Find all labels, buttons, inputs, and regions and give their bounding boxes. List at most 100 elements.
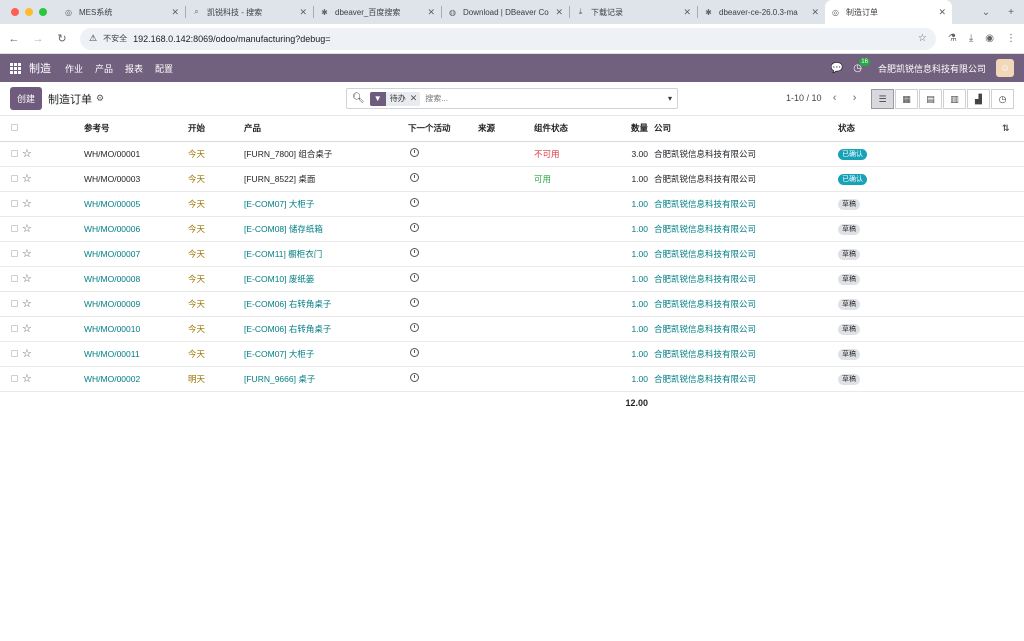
search-input[interactable] — [425, 94, 663, 103]
table-row[interactable]: ☆ WH/MO/00010 今天 [E-COM06] 右转角桌子 1.00 合肥凯锐信息科… — [0, 316, 1024, 342]
back-arrow-icon[interactable]: ← — [8, 33, 20, 45]
favorite-star-icon[interactable]: ☆ — [22, 166, 84, 192]
flask-icon[interactable]: ⚗ — [948, 33, 957, 44]
menu-item[interactable]: 作业 — [65, 62, 83, 75]
favorite-star-icon[interactable]: ☆ — [22, 191, 84, 217]
close-tab-icon[interactable]: ✕ — [811, 7, 819, 18]
browser-tab[interactable]: ◎ MES系统 ✕ — [58, 0, 185, 24]
row-checkbox[interactable] — [0, 291, 22, 317]
pager-previous-icon[interactable]: ‹ — [828, 92, 842, 104]
activity-clock-icon[interactable] — [408, 241, 478, 267]
table-row[interactable]: ☆ WH/MO/00007 今天 [E-COM11] 橱柜衣门 1.00 合肥凯锐信息科技… — [0, 241, 1024, 267]
row-checkbox[interactable] — [0, 266, 22, 292]
close-tab-icon[interactable]: ✕ — [938, 7, 946, 18]
create-button[interactable]: 创建 — [10, 87, 43, 110]
header-quantity[interactable]: 数量 — [608, 116, 654, 142]
graph-view-icon[interactable]: ▟ — [967, 89, 990, 109]
header-state[interactable]: 状态 — [838, 116, 1002, 142]
url-omnibox[interactable]: ⚠ 不安全 192.168.0.142:8069/odoo/manufactur… — [80, 27, 936, 50]
close-tab-icon[interactable]: ✕ — [683, 7, 691, 18]
pager-value[interactable]: 1-10 / 10 — [786, 93, 822, 103]
header-reference[interactable]: 参考号 — [84, 116, 188, 142]
activity-clock-icon[interactable] — [408, 266, 478, 292]
activity-clock-icon[interactable] — [408, 216, 478, 242]
favorite-star-icon[interactable]: ☆ — [22, 316, 84, 342]
calendar-view-icon[interactable]: ▤ — [919, 89, 942, 109]
table-row[interactable]: ☆ WH/MO/00002 明天 [FURN_9666] 桌子 1.00 合肥凯锐信息科技… — [0, 366, 1024, 392]
activity-clock-icon[interactable] — [408, 291, 478, 317]
table-row[interactable]: ☆ WH/MO/00006 今天 [E-COM08] 储存纸箱 1.00 合肥凯锐信息科技… — [0, 216, 1024, 242]
header-next-activity[interactable]: 下一个活动 — [408, 116, 478, 142]
browser-tab[interactable]: ◍ Download | DBeaver Co ✕ — [442, 0, 569, 24]
facet-remove-icon[interactable]: ✕ — [410, 93, 421, 104]
favorite-star-icon[interactable]: ☆ — [22, 341, 84, 367]
close-tab-icon[interactable]: ✕ — [555, 7, 563, 18]
header-start[interactable]: 开始 — [188, 116, 244, 142]
tab-search-chevron-icon[interactable]: ⌄ — [982, 7, 990, 18]
company-name[interactable]: 合肥凯锐信息科技有限公司 — [878, 62, 986, 75]
activity-clock-icon[interactable] — [408, 141, 478, 167]
header-product[interactable]: 产品 — [244, 116, 408, 142]
close-tab-icon[interactable]: ✕ — [299, 7, 307, 18]
row-checkbox[interactable] — [0, 316, 22, 342]
list-view-icon[interactable]: ☰ — [871, 89, 894, 109]
menu-item[interactable]: 配置 — [155, 62, 173, 75]
row-checkbox[interactable] — [0, 341, 22, 367]
menu-item[interactable]: 产品 — [95, 62, 113, 75]
header-component-status[interactable]: 组件状态 — [534, 116, 608, 142]
select-all-checkbox[interactable] — [0, 116, 22, 142]
browser-tab[interactable]: ✱ dbeaver-ce-26.0.3-ma ✕ — [698, 0, 825, 24]
favorite-star-icon[interactable]: ☆ — [22, 216, 84, 242]
header-company[interactable]: 公司 — [654, 116, 838, 142]
reload-icon[interactable]: ↻ — [56, 32, 68, 45]
new-tab-plus-icon[interactable]: + — [1008, 7, 1014, 18]
bookmark-star-icon[interactable]: ☆ — [918, 33, 927, 44]
row-checkbox[interactable] — [0, 191, 22, 217]
row-checkbox[interactable] — [0, 366, 22, 392]
row-checkbox[interactable] — [0, 216, 22, 242]
table-row[interactable]: ☆ WH/MO/00005 今天 [E-COM07] 大柜子 1.00 合肥凯锐信息科技有… — [0, 191, 1024, 217]
minimize-window-button[interactable] — [25, 8, 33, 16]
profile-icon[interactable]: ◉ — [985, 33, 994, 44]
close-tab-icon[interactable]: ✕ — [427, 7, 435, 18]
table-row[interactable]: ☆ WH/MO/00011 今天 [E-COM07] 大柜子 1.00 合肥凯锐信息科技有… — [0, 341, 1024, 367]
table-row[interactable]: ☆ WH/MO/00003 今天 [FURN_8522] 桌面 可用 1.00 合肥凯锐信息… — [0, 166, 1024, 192]
row-checkbox[interactable] — [0, 141, 22, 167]
browser-tab[interactable]: ◎ 制造订单 ✕ — [825, 0, 952, 24]
favorite-star-icon[interactable]: ☆ — [22, 266, 84, 292]
search-options-toggle-icon[interactable]: ▾ — [668, 94, 672, 103]
close-tab-icon[interactable]: ✕ — [171, 7, 179, 18]
row-checkbox[interactable] — [0, 166, 22, 192]
gear-icon[interactable]: ⚙ — [96, 93, 104, 104]
kanban-view-icon[interactable]: ▦ — [895, 89, 918, 109]
favorite-star-icon[interactable]: ☆ — [22, 241, 84, 267]
menu-kebab-icon[interactable]: ⋮ — [1006, 33, 1016, 44]
pivot-view-icon[interactable]: ▥ — [943, 89, 966, 109]
table-row[interactable]: ☆ WH/MO/00008 今天 [E-COM10] 废纸篓 1.00 合肥凯锐信息科技有… — [0, 266, 1024, 292]
activity-view-icon[interactable]: ◷ — [991, 89, 1014, 109]
table-row[interactable]: ☆ WH/MO/00009 今天 [E-COM06] 右转角桌子 1.00 合肥凯锐信息科… — [0, 291, 1024, 317]
maximize-window-button[interactable] — [39, 8, 47, 16]
header-source[interactable]: 来源 — [478, 116, 534, 142]
insecure-label[interactable]: 不安全 — [103, 33, 127, 44]
forward-arrow-icon[interactable]: → — [32, 33, 44, 45]
menu-item[interactable]: 报表 — [125, 62, 143, 75]
activity-clock-icon[interactable] — [408, 166, 478, 192]
table-row[interactable]: ☆ WH/MO/00001 今天 [FURN_7800] 组合桌子 不可用 3.00 合肥凯… — [0, 141, 1024, 167]
download-icon[interactable]: ⤓ — [969, 33, 973, 44]
app-brand[interactable]: 制造 — [29, 60, 51, 76]
activity-clock-icon[interactable] — [408, 366, 478, 392]
favorite-star-icon[interactable]: ☆ — [22, 366, 84, 392]
chat-bubbles-icon[interactable]: 💬 — [831, 63, 843, 74]
close-window-button[interactable] — [11, 8, 19, 16]
browser-tab[interactable]: ✱ dbeaver_百度搜索 ✕ — [314, 0, 441, 24]
search-icon[interactable]: 🔍︎ — [352, 93, 365, 104]
activity-clock-icon[interactable] — [408, 316, 478, 342]
app-grid-icon[interactable] — [10, 62, 21, 74]
activity-clock-icon[interactable] — [408, 341, 478, 367]
browser-tab[interactable]: ⤓ 下载记录 ✕ — [570, 0, 697, 24]
user-avatar[interactable]: ☺ — [996, 59, 1014, 77]
activity-clock-icon[interactable] — [408, 191, 478, 217]
url-text[interactable]: 192.168.0.142:8069/odoo/manufacturing?de… — [133, 34, 912, 44]
favorite-star-icon[interactable]: ☆ — [22, 141, 84, 167]
